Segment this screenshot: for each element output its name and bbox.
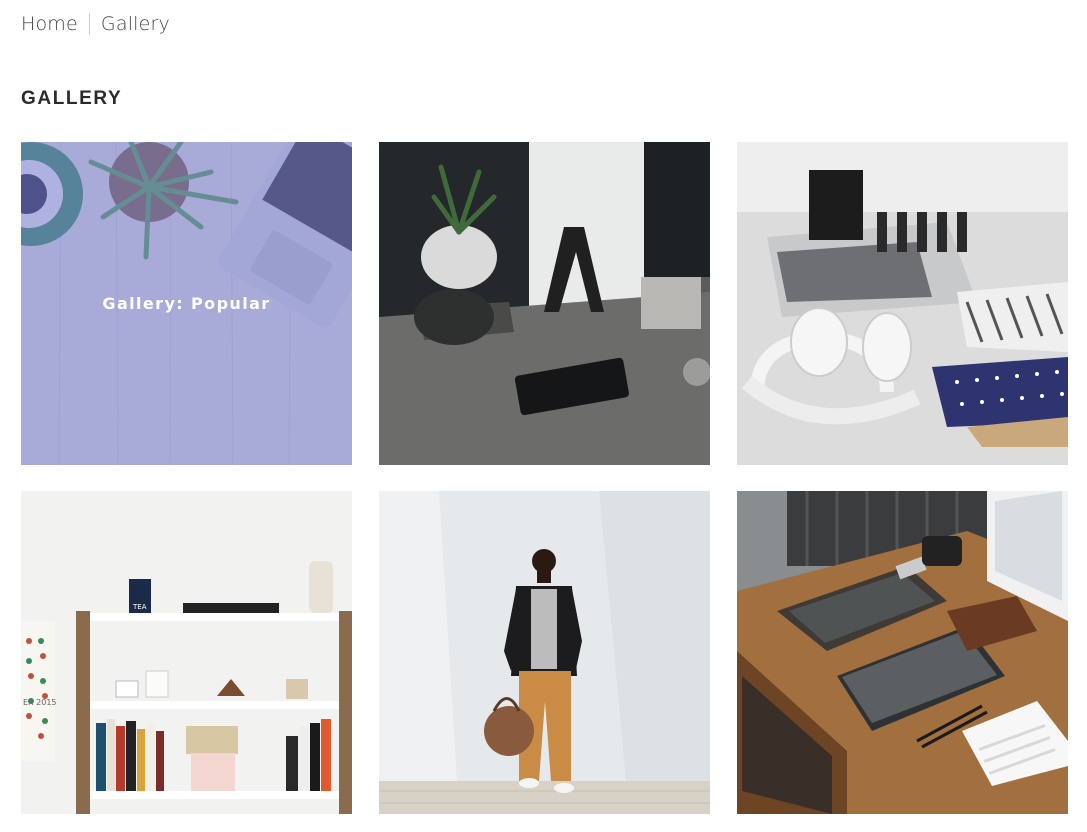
- gallery-item[interactable]: ER 2015 TEA: [21, 491, 352, 814]
- breadcrumb-separator: [88, 13, 90, 35]
- letters-phone-desk-photo: [379, 142, 710, 465]
- tea-box-text: TEA: [132, 603, 147, 611]
- gallery-item[interactable]: Gallery: Popular: [21, 142, 352, 465]
- gallery-item[interactable]: [737, 142, 1068, 465]
- gallery-item[interactable]: [737, 491, 1068, 814]
- breadcrumb-home-link[interactable]: Home: [21, 13, 78, 35]
- gallery-item-overlay: Gallery: Popular: [21, 142, 352, 465]
- gallery-item[interactable]: [379, 491, 710, 814]
- calendar-year-text: ER 2015: [23, 698, 57, 707]
- page-title: GALLERY: [21, 88, 123, 109]
- gallery-grid: Gallery: Popular ER 2015 TEA: [21, 142, 1068, 814]
- gallery-item[interactable]: [379, 142, 710, 465]
- breadcrumb-current: Gallery: [100, 13, 170, 35]
- gallery-item-caption: Gallery: Popular: [102, 294, 271, 313]
- man-with-bag-photo: [379, 491, 710, 814]
- breadcrumb: Home Gallery: [21, 13, 170, 35]
- white-bookshelf-photo: ER 2015 TEA: [21, 491, 352, 814]
- wooden-desk-clipboard-photo: [737, 491, 1068, 814]
- headphones-notebooks-photo: [737, 142, 1068, 465]
